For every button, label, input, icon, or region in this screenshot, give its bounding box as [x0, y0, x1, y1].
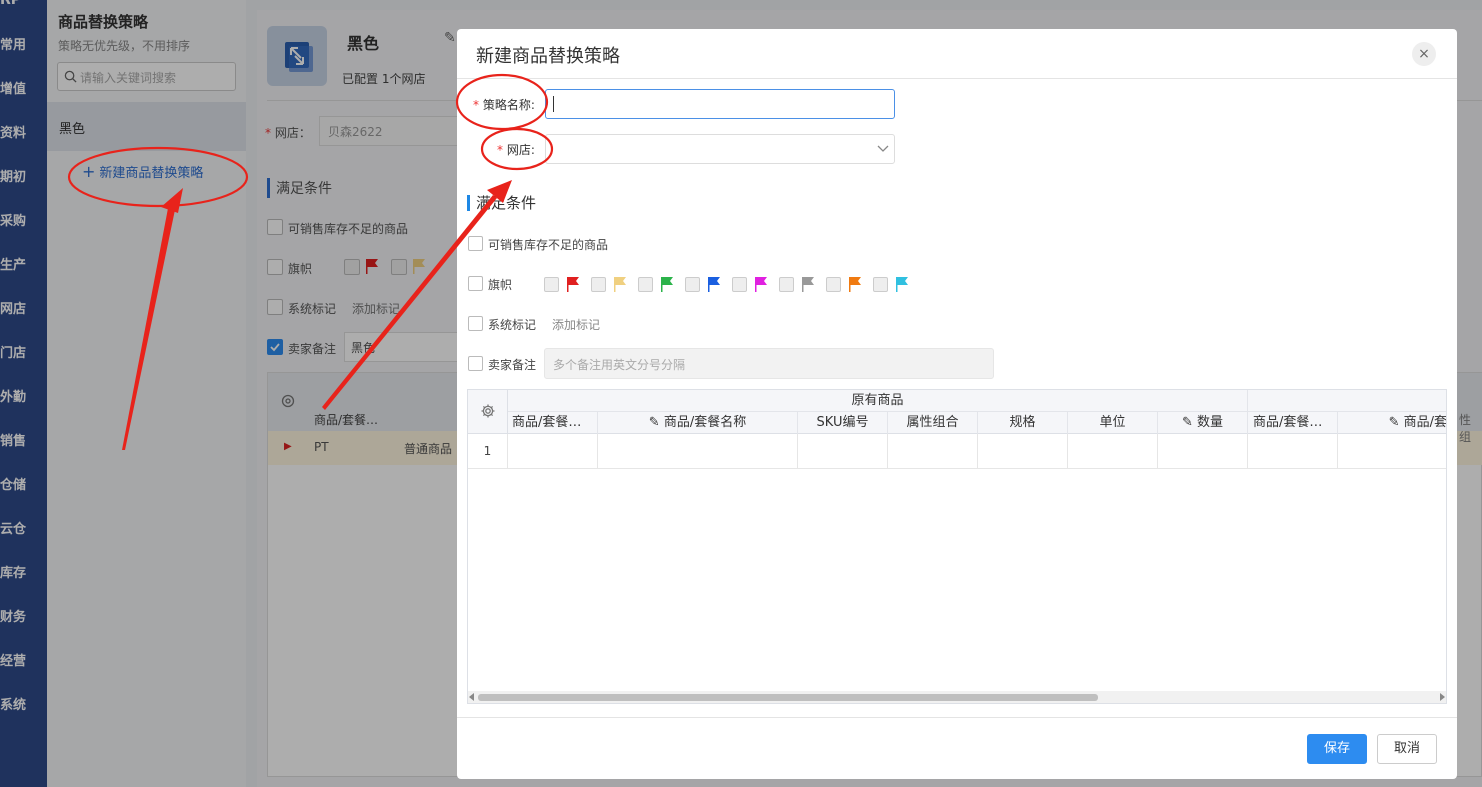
divider [457, 78, 1457, 79]
system-tag-label: 系统标记 [488, 318, 537, 332]
text-caret [553, 96, 554, 112]
cancel-button[interactable]: 取消 [1377, 734, 1437, 764]
strategy-name-label: * 策略名称: [473, 98, 535, 112]
col-attributes[interactable]: 属性组合 [888, 412, 978, 434]
col-product-name[interactable]: ✎ 商品/套餐名称 [598, 412, 798, 434]
shop-select[interactable] [545, 134, 895, 164]
new-strategy-dialog: 新建商品替换策略 × * 策略名称: * 网店: 满足条件 可销售库存不足的商品… [457, 29, 1457, 779]
background-column-header: 性组 [1459, 413, 1472, 444]
scrollbar-thumb[interactable] [478, 694, 1098, 701]
close-button[interactable]: × [1412, 42, 1436, 66]
col-quantity[interactable]: ✎ 数量 [1158, 412, 1248, 434]
remark-label: 卖家备注 [488, 358, 537, 372]
strategy-name-input[interactable] [545, 89, 895, 119]
add-tag-link[interactable]: 添加标记 [552, 316, 600, 333]
grid-cell[interactable] [978, 434, 1068, 469]
remark-input[interactable]: 多个备注用英文分号分隔 [544, 348, 994, 379]
grid-cell[interactable] [1338, 434, 1446, 469]
stock-checkbox[interactable] [468, 236, 483, 251]
grid-settings-cell [468, 390, 508, 434]
flag-label: 旗帜 [488, 278, 513, 292]
row-number: 1 [468, 434, 508, 469]
grid-cell[interactable] [508, 434, 598, 469]
stock-label: 可销售库存不足的商品 [488, 238, 609, 252]
flag-red-icon [567, 277, 579, 292]
edit-icon: ✎ [1181, 415, 1197, 430]
flag-blue-checkbox[interactable] [685, 277, 700, 292]
grid-cell[interactable] [1068, 434, 1158, 469]
gear-icon[interactable] [480, 403, 496, 419]
grid-column-header: 商品/套餐… ✎ 商品/套餐名称 SKU编号 属性组合 规格 单位 ✎ 数量 商… [508, 412, 1446, 434]
flag-green-checkbox[interactable] [638, 277, 653, 292]
col-unit[interactable]: 单位 [1068, 412, 1158, 434]
scroll-left-icon[interactable] [469, 693, 474, 701]
flag-orange-icon [849, 277, 861, 292]
flag-yellow-icon [614, 277, 626, 292]
flag-cyan-icon [896, 277, 908, 292]
flag-yellow-checkbox[interactable] [591, 277, 606, 292]
grid-cell[interactable] [1248, 434, 1338, 469]
save-button[interactable]: 保存 [1307, 734, 1367, 764]
grid-cell[interactable] [1158, 434, 1248, 469]
original-product-group: 原有商品 [508, 390, 1248, 412]
col-spec[interactable]: 规格 [978, 412, 1068, 434]
flag-gray-icon [802, 277, 814, 292]
flag-checkbox[interactable] [468, 276, 483, 291]
chevron-down-icon [877, 145, 889, 152]
flag-blue-icon [708, 277, 720, 292]
remark-checkbox[interactable] [468, 356, 483, 371]
col-new-product-code[interactable]: 商品/套餐… [1248, 412, 1338, 434]
flag-purple-checkbox[interactable] [732, 277, 747, 292]
flag-gray-checkbox[interactable] [779, 277, 794, 292]
scroll-right-icon[interactable] [1440, 693, 1445, 701]
divider [457, 717, 1457, 718]
grid-cell[interactable] [598, 434, 798, 469]
product-grid: 原有商品 商品/套餐… ✎ 商品/套餐名称 SKU编号 属性组合 规格 单位 ✎… [467, 389, 1447, 704]
edit-icon: ✎ [1388, 415, 1404, 430]
horizontal-scrollbar[interactable] [468, 691, 1446, 703]
system-tag-checkbox[interactable] [468, 316, 483, 331]
flag-purple-icon [755, 277, 767, 292]
col-sku[interactable]: SKU编号 [798, 412, 888, 434]
shop-label: * 网店: [497, 143, 535, 157]
grid-cell[interactable] [888, 434, 978, 469]
flag-cyan-checkbox[interactable] [873, 277, 888, 292]
dialog-title: 新建商品替换策略 [476, 46, 620, 67]
section-title: 满足条件 [467, 195, 536, 211]
grid-cell[interactable] [798, 434, 888, 469]
col-new-product-name[interactable]: ✎ 商品/套 [1338, 412, 1446, 434]
flag-orange-checkbox[interactable] [826, 277, 841, 292]
flag-red-checkbox[interactable] [544, 277, 559, 292]
edit-icon: ✎ [648, 415, 664, 430]
flag-green-icon [661, 277, 673, 292]
col-product-code[interactable]: 商品/套餐… [508, 412, 598, 434]
